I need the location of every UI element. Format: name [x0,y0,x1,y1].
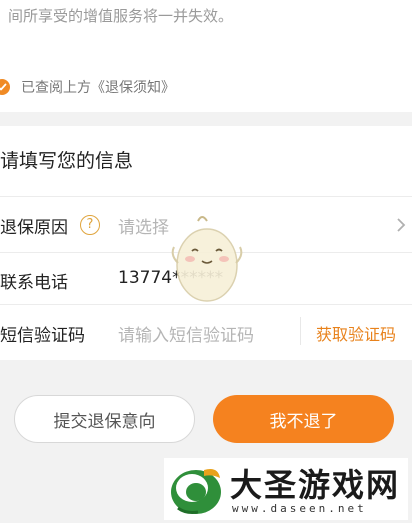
get-code-button[interactable]: 获取验证码 [316,321,396,345]
chevron-right-icon[interactable] [396,217,406,237]
notice-card: 间所享受的增值服务将一并失效。 已查阅上方《退保须知》 [0,0,412,112]
question-circle-icon[interactable]: ? [80,215,100,235]
sms-label: 短信验证码 [0,326,85,346]
section-title: 请填写您的信息 [0,150,134,172]
site-watermark: 大圣游戏网 www.daseen.net [164,458,408,520]
reason-select[interactable]: 请选择 [118,213,169,238]
sms-code-input[interactable]: 请输入短信验证码 [118,321,254,346]
submit-surrender-button[interactable]: 提交退保意向 [14,395,195,443]
agree-checkbox-row[interactable]: 已查阅上方《退保须知》 [0,73,175,101]
watermark-title: 大圣游戏网 [230,466,401,504]
check-circle-icon[interactable] [0,79,10,95]
phone-label: 联系电话 [0,273,68,293]
watermark-url: www.daseen.net [232,502,367,515]
agree-terms-label[interactable]: 已查阅上方《退保须知》 [21,77,175,97]
site-logo-icon [171,469,221,514]
divider [300,317,301,345]
reason-label: 退保原因 [0,218,68,238]
keep-policy-button[interactable]: 我不退了 [213,395,394,443]
divider [0,196,412,197]
notice-text: 间所享受的增值服务将一并失效。 [8,7,234,25]
mascot-sticker-image [171,216,243,302]
